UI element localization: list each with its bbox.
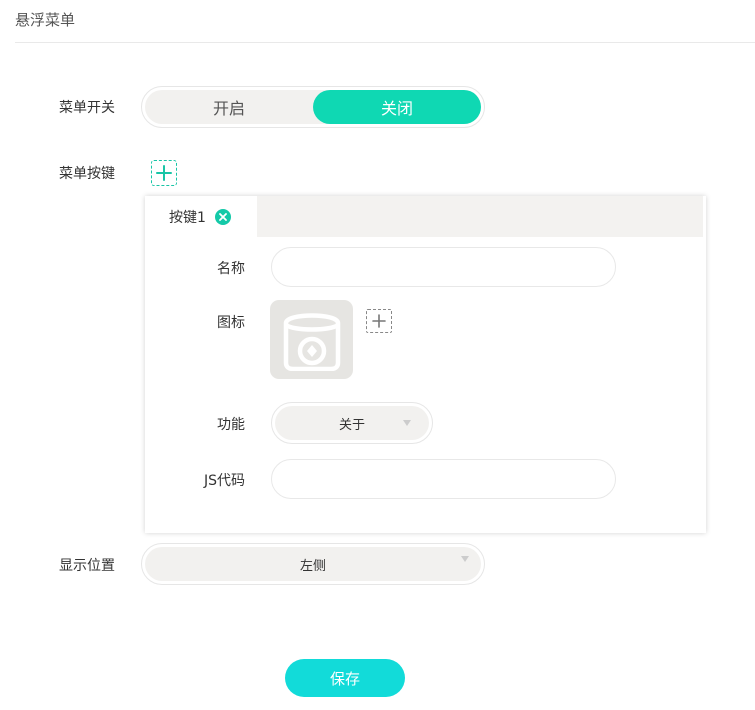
position-select-value: 左侧 bbox=[299, 558, 326, 574]
name-label: 名称 bbox=[217, 261, 245, 277]
function-select[interactable]: 关于 bbox=[271, 402, 433, 444]
icon-label: 图标 bbox=[217, 315, 245, 331]
menu-switch-track: 开启 关闭 bbox=[145, 90, 481, 124]
function-label: 功能 bbox=[217, 417, 245, 433]
tab-close-button[interactable] bbox=[214, 208, 231, 225]
chevron-down-icon bbox=[403, 420, 411, 426]
position-select[interactable]: 左侧 bbox=[141, 543, 485, 585]
switch-off-option[interactable]: 关闭 bbox=[313, 90, 481, 124]
page-title: 悬浮菜单 bbox=[15, 11, 76, 29]
js-code-label: JS代码 bbox=[203, 473, 245, 489]
position-label: 显示位置 bbox=[59, 558, 115, 574]
close-icon bbox=[219, 212, 227, 221]
add-menu-button[interactable] bbox=[151, 160, 177, 186]
plus-icon bbox=[156, 165, 172, 181]
position-select-inner: 左侧 bbox=[145, 547, 481, 581]
function-select-inner: 关于 bbox=[275, 406, 429, 440]
tab-bar: 按键1 bbox=[145, 196, 703, 237]
tab-button-1[interactable]: 按键1 bbox=[145, 196, 257, 237]
menu-switch[interactable]: 开启 关闭 bbox=[141, 86, 485, 128]
menu-buttons-label: 菜单按键 bbox=[59, 166, 115, 182]
menu-button-panel: 按键1 名称 图标 功能 关于 JS代码 bbox=[145, 196, 706, 533]
switch-on-option[interactable]: 开启 bbox=[145, 90, 313, 124]
plus-icon bbox=[372, 314, 386, 328]
tab-label: 按键1 bbox=[169, 209, 206, 226]
icon-preview[interactable] bbox=[270, 300, 353, 379]
menu-switch-label: 菜单开关 bbox=[59, 100, 115, 116]
title-divider bbox=[15, 42, 755, 43]
name-input[interactable] bbox=[271, 247, 616, 287]
save-button[interactable]: 保存 bbox=[285, 659, 405, 697]
add-icon-button[interactable] bbox=[366, 309, 392, 333]
chevron-down-icon bbox=[461, 556, 469, 562]
function-select-value: 关于 bbox=[338, 417, 365, 433]
js-code-input[interactable] bbox=[271, 459, 616, 499]
wallet-icon bbox=[283, 312, 340, 371]
